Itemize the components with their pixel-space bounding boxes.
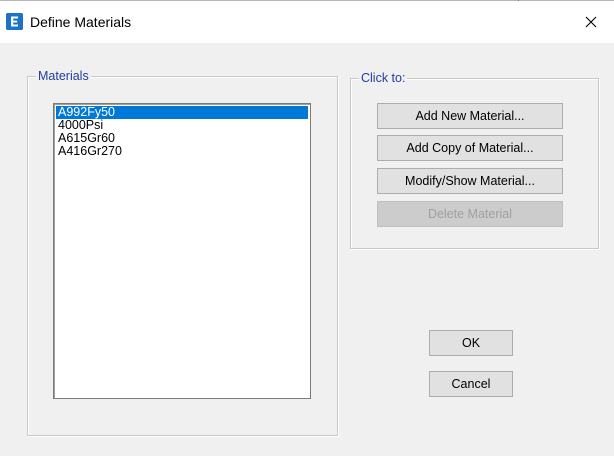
material-list-item[interactable]: A416Gr270 bbox=[56, 145, 308, 158]
define-materials-dialog: Define Materials Materials A992Fy50 4000P… bbox=[0, 0, 614, 456]
ok-button[interactable]: OK bbox=[429, 330, 513, 356]
add-new-material-button[interactable]: Add New Material... bbox=[377, 103, 563, 129]
etabs-e-icon bbox=[6, 13, 23, 30]
add-copy-of-material-button[interactable]: Add Copy of Material... bbox=[377, 135, 563, 161]
modify-show-material-button[interactable]: Modify/Show Material... bbox=[377, 168, 563, 194]
delete-material-button[interactable]: Delete Material bbox=[377, 201, 563, 227]
materials-group-label: Materials bbox=[36, 68, 91, 84]
close-button[interactable] bbox=[568, 1, 614, 43]
title-bar[interactable]: Define Materials bbox=[0, 1, 614, 43]
window-title: Define Materials bbox=[30, 14, 132, 30]
cancel-button[interactable]: Cancel bbox=[429, 371, 513, 397]
materials-listbox[interactable]: A992Fy50 4000Psi A615Gr60 A416Gr270 bbox=[53, 103, 311, 399]
click-to-group-label: Click to: bbox=[359, 70, 408, 86]
close-icon bbox=[585, 16, 597, 28]
